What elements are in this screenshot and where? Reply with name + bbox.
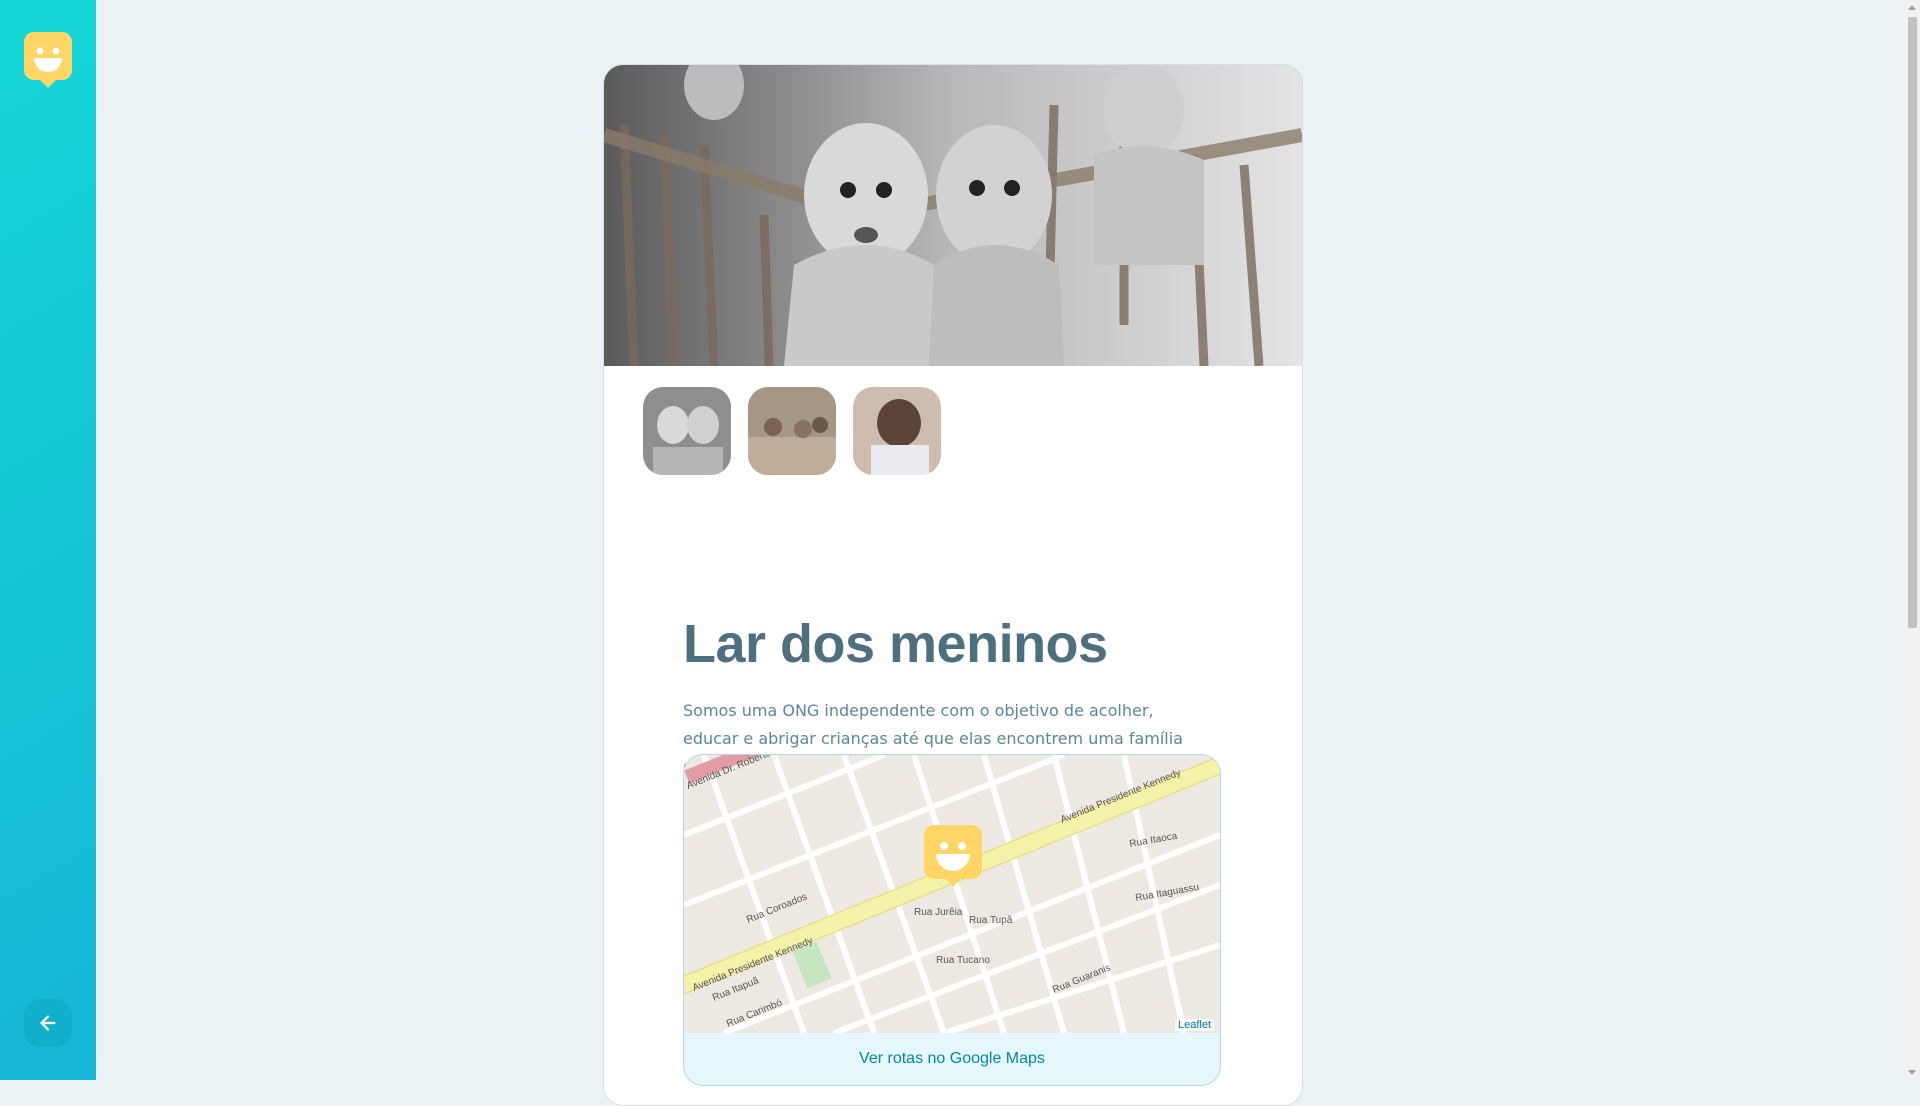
thumbnail-3[interactable] [853,387,941,475]
scrollbar-thumb[interactable] [1908,17,1917,628]
page-scrollbar[interactable] [1905,0,1920,1080]
arrow-left-icon [40,1015,56,1031]
photo-thumbnails [643,387,941,475]
back-button[interactable] [24,999,72,1047]
scroll-up-arrow[interactable] [1908,5,1916,10]
svg-text:Rua Tucano: Rua Tucano [936,955,990,966]
map-attribution[interactable]: Leaflet [1174,1019,1214,1031]
sidebar [0,0,96,1080]
svg-text:Rua Jurêia: Rua Jurêia [914,907,963,918]
orphanage-details-card: Lar dos meninos Somos uma ONG independen… [603,64,1303,1106]
logo-icon [24,32,72,88]
map-container: Avenida Presidente Kennedy Avenida Presi… [683,754,1221,1086]
scroll-down-arrow[interactable] [1908,1070,1916,1075]
thumbnail-2[interactable] [748,387,836,475]
location-map[interactable]: Avenida Presidente Kennedy Avenida Presi… [684,755,1220,1036]
svg-text:Rua Tupã: Rua Tupã [969,915,1013,926]
google-maps-directions-link[interactable]: Ver rotas no Google Maps [684,1033,1220,1085]
orphanage-name: Lar dos meninos [683,614,1108,674]
hero-photo [604,65,1302,367]
thumbnail-1[interactable] [643,387,731,475]
